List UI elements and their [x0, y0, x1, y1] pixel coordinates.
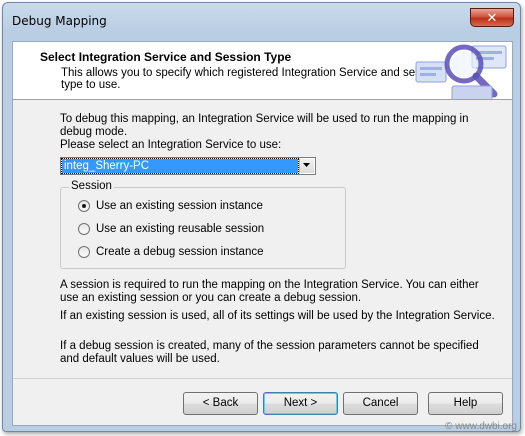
button-bar-divider [13, 378, 512, 379]
next-button[interactable]: Next > [263, 392, 338, 415]
chevron-down-icon [303, 163, 310, 167]
radio-label: Use an existing reusable session [96, 223, 265, 235]
dropdown-button[interactable] [299, 159, 314, 173]
close-icon: ✕ [486, 10, 498, 25]
dialog-client-area: Select Integration Service and Session T… [12, 41, 513, 426]
session-group-label: Session [69, 180, 114, 192]
close-button[interactable]: ✕ [470, 8, 514, 27]
integration-service-select[interactable]: integ_Sherry-PC [60, 157, 316, 175]
back-button[interactable]: < Back [183, 392, 258, 415]
cancel-button[interactable]: Cancel [343, 392, 418, 415]
intro-text: To debug this mapping, an Integration Se… [60, 113, 469, 138]
selected-service: integ_Sherry-PC [61, 158, 299, 174]
radio-label: Use an existing session instance [96, 200, 263, 212]
note-debug-session: If a debug session is created, many of t… [60, 340, 479, 365]
help-button[interactable]: Help [428, 392, 503, 415]
radio-button[interactable] [78, 246, 90, 258]
intro-prompt: Please select an Integration Service to … [60, 139, 282, 151]
debug-mapping-window: Debug Mapping ✕ Select Integration Servi… [2, 2, 521, 432]
title-bar[interactable]: Debug Mapping ✕ [3, 3, 520, 37]
radio-label: Create a debug session instance [96, 246, 264, 258]
wizard-header: Select Integration Service and Session T… [13, 42, 512, 100]
note-session-required: A session is required to run the mapping… [60, 279, 479, 304]
session-groupbox: Session Use an existing session instance… [60, 180, 346, 269]
magnifier-icon [415, 44, 507, 99]
radio-button[interactable] [78, 200, 90, 212]
watermark: © www.dwbi.org [445, 421, 517, 432]
header-title: Select Integration Service and Session T… [40, 50, 292, 64]
header-description: This allows you to specify which registe… [61, 67, 442, 91]
note-existing-session: If an existing session is used, all of i… [60, 310, 495, 322]
radio-button[interactable] [78, 223, 90, 235]
window-title: Debug Mapping [12, 14, 107, 28]
